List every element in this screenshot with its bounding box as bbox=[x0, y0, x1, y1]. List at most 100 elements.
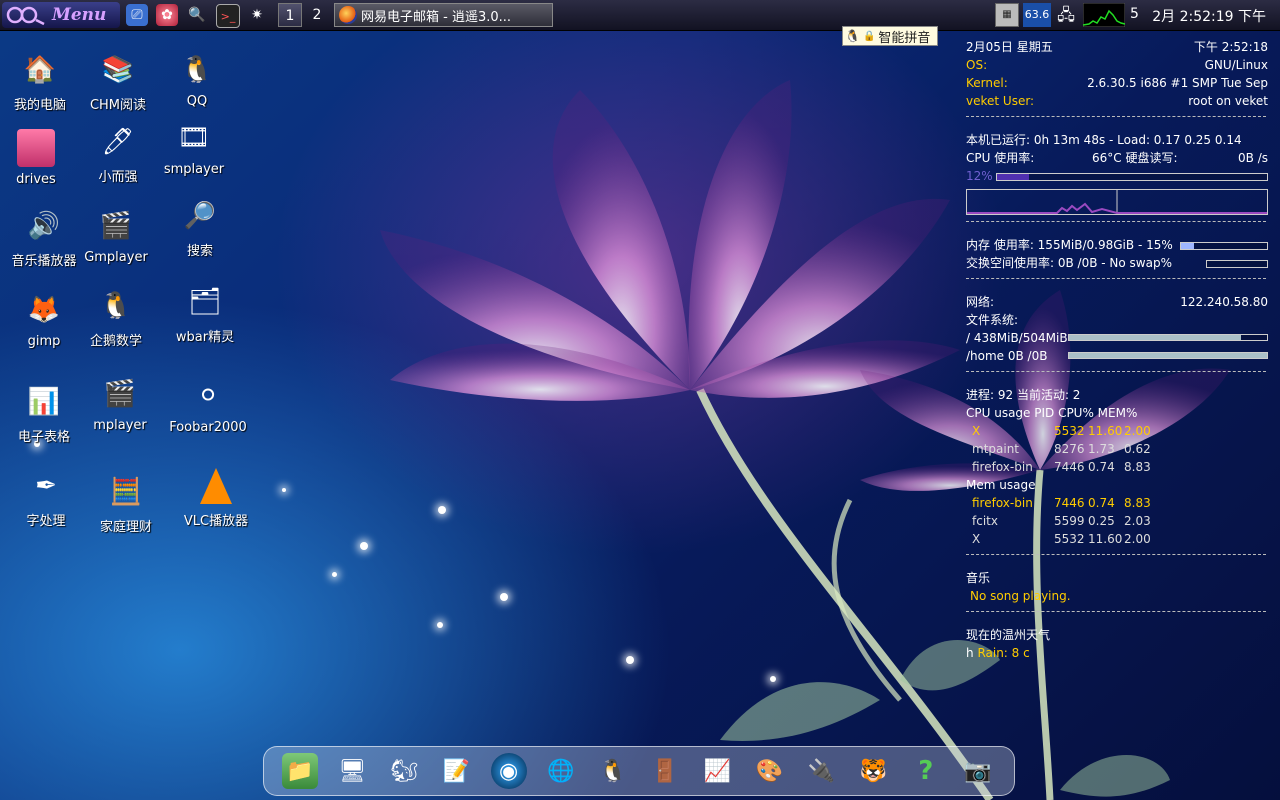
desktop-icon-search[interactable]: 🔎 搜索 bbox=[160, 192, 240, 259]
monitor-icon[interactable]: 🖥 bbox=[334, 753, 370, 789]
process-pid: 5532 bbox=[1054, 532, 1085, 546]
icon-label: QQ bbox=[186, 94, 208, 109]
pinwheel-icon[interactable]: ✷ bbox=[246, 4, 268, 26]
icon-label: VLC播放器 bbox=[183, 514, 249, 529]
mem-usage-header: Mem usage bbox=[966, 478, 1036, 492]
edit-icon[interactable]: 📝 bbox=[438, 753, 474, 789]
settings-icon[interactable]: ✿ bbox=[156, 4, 178, 26]
desktop-icon-xiaoerqiang[interactable]: 🖊 小而强 bbox=[78, 118, 158, 185]
fs-home-bar bbox=[1068, 352, 1268, 359]
chart-icon[interactable]: 📈 bbox=[699, 753, 735, 789]
desktop-icon-spreadsheet[interactable]: 📊 电子表格 bbox=[4, 378, 84, 445]
wbar-dock: 📁 🖥 🐿 📝 ◉ 🌐 🐧 🚪 📈 🎨 🔌 🐯 ? 📷 bbox=[263, 746, 1015, 796]
fs-root: / 438MiB/504MiB bbox=[966, 331, 1068, 345]
terminal-icon[interactable]: >_ bbox=[216, 4, 240, 28]
desktop-icon-music-player[interactable]: 🔊 音乐播放器 bbox=[4, 202, 84, 269]
sparkle bbox=[332, 572, 337, 577]
menu-button[interactable]: Menu bbox=[2, 2, 120, 28]
cpu-process-list: X 5532 11.60 2.00 mtpaint 8276 1.73 0.62 firefox… bbox=[966, 422, 1274, 476]
desktop-icon-drives[interactable]: drives bbox=[0, 124, 76, 187]
workspace-1[interactable]: 1 bbox=[278, 3, 302, 27]
paint-palette-icon[interactable]: 🎨 bbox=[751, 753, 787, 789]
process-pid: 7446 bbox=[1054, 460, 1085, 474]
search-icon[interactable]: 🔍 bbox=[186, 4, 208, 26]
process-mem: 2.00 bbox=[1124, 424, 1151, 438]
folder-icon[interactable]: 📁 bbox=[282, 753, 319, 789]
process-mem: 2.00 bbox=[1124, 532, 1151, 546]
process-mem: 0.62 bbox=[1124, 442, 1151, 456]
process-mem: 8.83 bbox=[1124, 496, 1151, 510]
media-icon[interactable]: ◉ bbox=[490, 753, 527, 789]
process-row: firefox-bin 7446 0.74 8.83 bbox=[966, 458, 1274, 476]
desktop-icon-chm[interactable]: 📚 CHM阅读 bbox=[78, 46, 158, 113]
vlc-cone-icon bbox=[192, 462, 240, 510]
fs-home-bar-fill bbox=[1069, 353, 1267, 358]
process-cpu: 1.73 bbox=[1088, 442, 1115, 456]
calculator-icon: 🧮 bbox=[109, 477, 143, 507]
desktop-icon-home-finance[interactable]: 🧮 家庭理财 bbox=[86, 468, 166, 535]
wordprocessor-icon: ✒ bbox=[35, 471, 57, 501]
desktop-icon-vlc[interactable]: VLC播放器 bbox=[176, 462, 256, 529]
uptime-line: 本机已运行: 0h 13m 48s - Load: 0.17 0.25 0.14 bbox=[966, 133, 1242, 147]
icon-label: 家庭理财 bbox=[99, 520, 152, 535]
desktop-icon-foobar2000[interactable]: ⚪ Foobar2000 bbox=[168, 372, 248, 435]
process-mem: 8.83 bbox=[1124, 460, 1151, 474]
camera-icon[interactable]: 📷 bbox=[960, 753, 996, 789]
process-name: firefox-bin bbox=[972, 496, 1033, 510]
search-doc-icon: 🔎 bbox=[183, 201, 217, 231]
tray-terminal-icon[interactable]: ▦ bbox=[995, 3, 1019, 27]
taskbar-clock[interactable]: 2月 2:52:19 下午 bbox=[1152, 6, 1266, 26]
network-icon[interactable]: 🖧 bbox=[1054, 3, 1078, 27]
proc-line: 进程: 92 当前活动: 2 bbox=[966, 388, 1081, 402]
process-pid: 5599 bbox=[1054, 514, 1085, 528]
weather-label: 现在的温州天气 bbox=[966, 628, 1051, 642]
icon-label: Foobar2000 bbox=[169, 420, 247, 435]
mem-bar bbox=[1180, 242, 1268, 250]
tiger-icon[interactable]: 🐯 bbox=[856, 753, 892, 789]
desktop-icon-gimp[interactable]: 🦊 gimp bbox=[4, 286, 84, 349]
cpu-line-label: CPU 使用率: bbox=[966, 151, 1035, 165]
squirrel-icon[interactable]: 🐿 bbox=[386, 753, 422, 789]
top-taskbar: Menu ⎚ ✿ 🔍 >_ ✷ 1 2 网易电子邮箱 - 逍遥3.0... ▦ … bbox=[0, 0, 1280, 31]
menu-logo-icon bbox=[6, 6, 45, 26]
taskbar-window-firefox[interactable]: 网易电子邮箱 - 逍遥3.0... bbox=[334, 3, 553, 27]
penguin-icon[interactable]: 🐧 bbox=[595, 753, 631, 789]
network-icon[interactable]: 🌐 bbox=[543, 753, 579, 789]
desktop-icon-my-computer[interactable]: 🏠 我的电脑 bbox=[0, 46, 80, 113]
desktop-icon-smplayer[interactable]: 🎞 smplayer bbox=[154, 114, 234, 177]
cpu-bar-fill bbox=[997, 174, 1030, 180]
ime-indicator[interactable]: 🐧 🔒 智能拼音 bbox=[842, 26, 938, 46]
separator bbox=[966, 554, 1266, 569]
cpu-bar bbox=[996, 173, 1268, 181]
os-value: GNU/Linux bbox=[1204, 58, 1268, 72]
cpu-badge: 63.6 bbox=[1023, 3, 1051, 27]
foobar-icon: ⚪ bbox=[197, 381, 219, 411]
workspace-2[interactable]: 2 bbox=[305, 3, 329, 27]
process-name: X bbox=[972, 424, 981, 438]
icon-label: CHM阅读 bbox=[89, 98, 147, 113]
icon-label: 字处理 bbox=[26, 514, 66, 529]
separator bbox=[966, 371, 1266, 386]
process-pid: 8276 bbox=[1054, 442, 1085, 456]
drive-icon bbox=[12, 124, 60, 172]
sparkle bbox=[437, 622, 443, 628]
swap-bar bbox=[1206, 260, 1268, 268]
door-icon[interactable]: 🚪 bbox=[647, 753, 683, 789]
cpu-graph bbox=[966, 189, 1268, 215]
desktop-icon[interactable]: ⎚ bbox=[126, 4, 148, 26]
load-graph bbox=[1083, 3, 1125, 27]
process-cpu: 11.60 bbox=[1088, 424, 1123, 438]
help-icon[interactable]: ? bbox=[908, 753, 944, 789]
firefox-icon bbox=[339, 6, 357, 24]
usb-icon[interactable]: 🔌 bbox=[803, 753, 839, 789]
desktop-icon-mplayer[interactable]: 🎬 mplayer bbox=[80, 370, 160, 433]
desktop-icon-gmplayer[interactable]: 🎬 Gmplayer bbox=[76, 202, 156, 265]
desktop-icon-penguin-math[interactable]: 🐧 企鹅数学 bbox=[76, 282, 156, 349]
clapper-icon: 🎬 bbox=[99, 211, 133, 241]
sparkle bbox=[438, 506, 446, 514]
desktop-icon-wordprocessor[interactable]: ✒ 字处理 bbox=[6, 462, 86, 529]
desktop-icon-qq[interactable]: 🐧 QQ bbox=[157, 46, 237, 109]
process-mem: 2.03 bbox=[1124, 514, 1151, 528]
penguin-math-icon: 🐧 bbox=[99, 291, 133, 321]
desktop-icon-wbar[interactable]: 🗂 wbar精灵 bbox=[165, 278, 245, 345]
